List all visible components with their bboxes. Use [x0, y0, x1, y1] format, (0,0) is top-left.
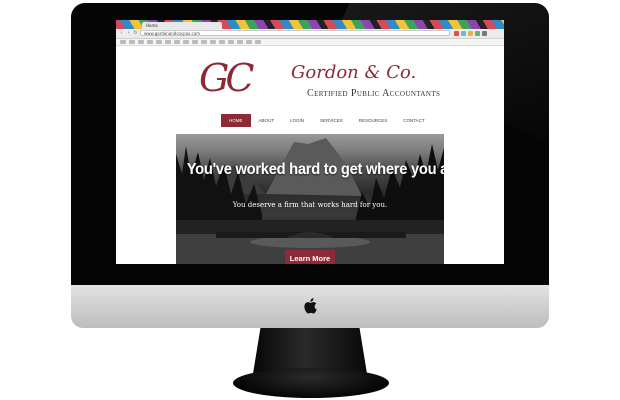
bookmark-icon[interactable]	[156, 40, 162, 44]
bookmark-icon[interactable]	[147, 40, 153, 44]
bookmark-icon[interactable]	[228, 40, 234, 44]
bookmark-icon[interactable]	[129, 40, 135, 44]
nav-item-resources[interactable]: Resources	[351, 114, 396, 127]
nav-item-home[interactable]: Home	[221, 114, 251, 127]
logo-tagline: Certified Public Accountants	[307, 88, 441, 99]
bookmark-icon[interactable]	[138, 40, 144, 44]
extension-icon[interactable]	[468, 31, 473, 36]
logo-name: Gordon & Co.	[291, 62, 417, 83]
browser-tab[interactable]: Home	[142, 22, 222, 29]
bookmark-icon[interactable]	[201, 40, 207, 44]
logo-initials: GC	[199, 56, 254, 100]
learn-more-button[interactable]: Learn More	[285, 250, 335, 264]
address-bar[interactable]: www.gordonandcocpas.com	[140, 30, 450, 36]
nav-item-login[interactable]: Login	[282, 114, 312, 127]
hero-banner: You've worked hard to get where you are.…	[176, 134, 444, 264]
nav-item-contact[interactable]: Contact	[395, 114, 432, 127]
bookmark-icon[interactable]	[255, 40, 261, 44]
bookmark-icon[interactable]	[165, 40, 171, 44]
bookmark-icon[interactable]	[219, 40, 225, 44]
bookmark-icon[interactable]	[210, 40, 216, 44]
main-nav: Home About Login Services Resources Cont…	[221, 114, 433, 127]
forward-arrow-icon[interactable]: ›	[126, 31, 131, 36]
hero-background-image	[176, 138, 444, 264]
extension-icon[interactable]	[475, 31, 480, 36]
monitor-stand-base	[233, 368, 389, 398]
reload-icon[interactable]: ↻	[133, 31, 138, 36]
bookmark-icon[interactable]	[246, 40, 252, 44]
bookmarks-bar	[116, 39, 504, 46]
bookmark-icon[interactable]	[174, 40, 180, 44]
hero-title: You've worked hard to get where you are.	[186, 161, 444, 178]
extension-icon[interactable]	[461, 31, 466, 36]
hero-subtitle: You deserve a firm that works hard for y…	[232, 201, 388, 209]
nav-item-about[interactable]: About	[251, 114, 283, 127]
browser-window: Home ‹ › ↻ www.gordonandcocpas.com GC Go…	[116, 20, 504, 264]
extension-icons	[454, 31, 502, 36]
address-toolbar: ‹ › ↻ www.gordonandcocpas.com	[116, 29, 504, 39]
bookmark-icon[interactable]	[183, 40, 189, 44]
menu-icon[interactable]	[482, 31, 487, 36]
bookmark-icon[interactable]	[237, 40, 243, 44]
browser-titlebar: Home	[116, 20, 504, 29]
url-text: www.gordonandcocpas.com	[144, 31, 201, 36]
bookmark-icon[interactable]	[192, 40, 198, 44]
bookmark-icon[interactable]	[120, 40, 126, 44]
monitor-chin	[71, 285, 549, 328]
nav-item-services[interactable]: Services	[312, 114, 351, 127]
site-logo[interactable]: GC Gordon & Co. Certified Public Account…	[199, 56, 440, 106]
tab-title: Home	[146, 23, 158, 28]
extension-icon[interactable]	[454, 31, 459, 36]
back-arrow-icon[interactable]: ‹	[119, 31, 124, 36]
apple-logo-icon	[304, 298, 317, 314]
